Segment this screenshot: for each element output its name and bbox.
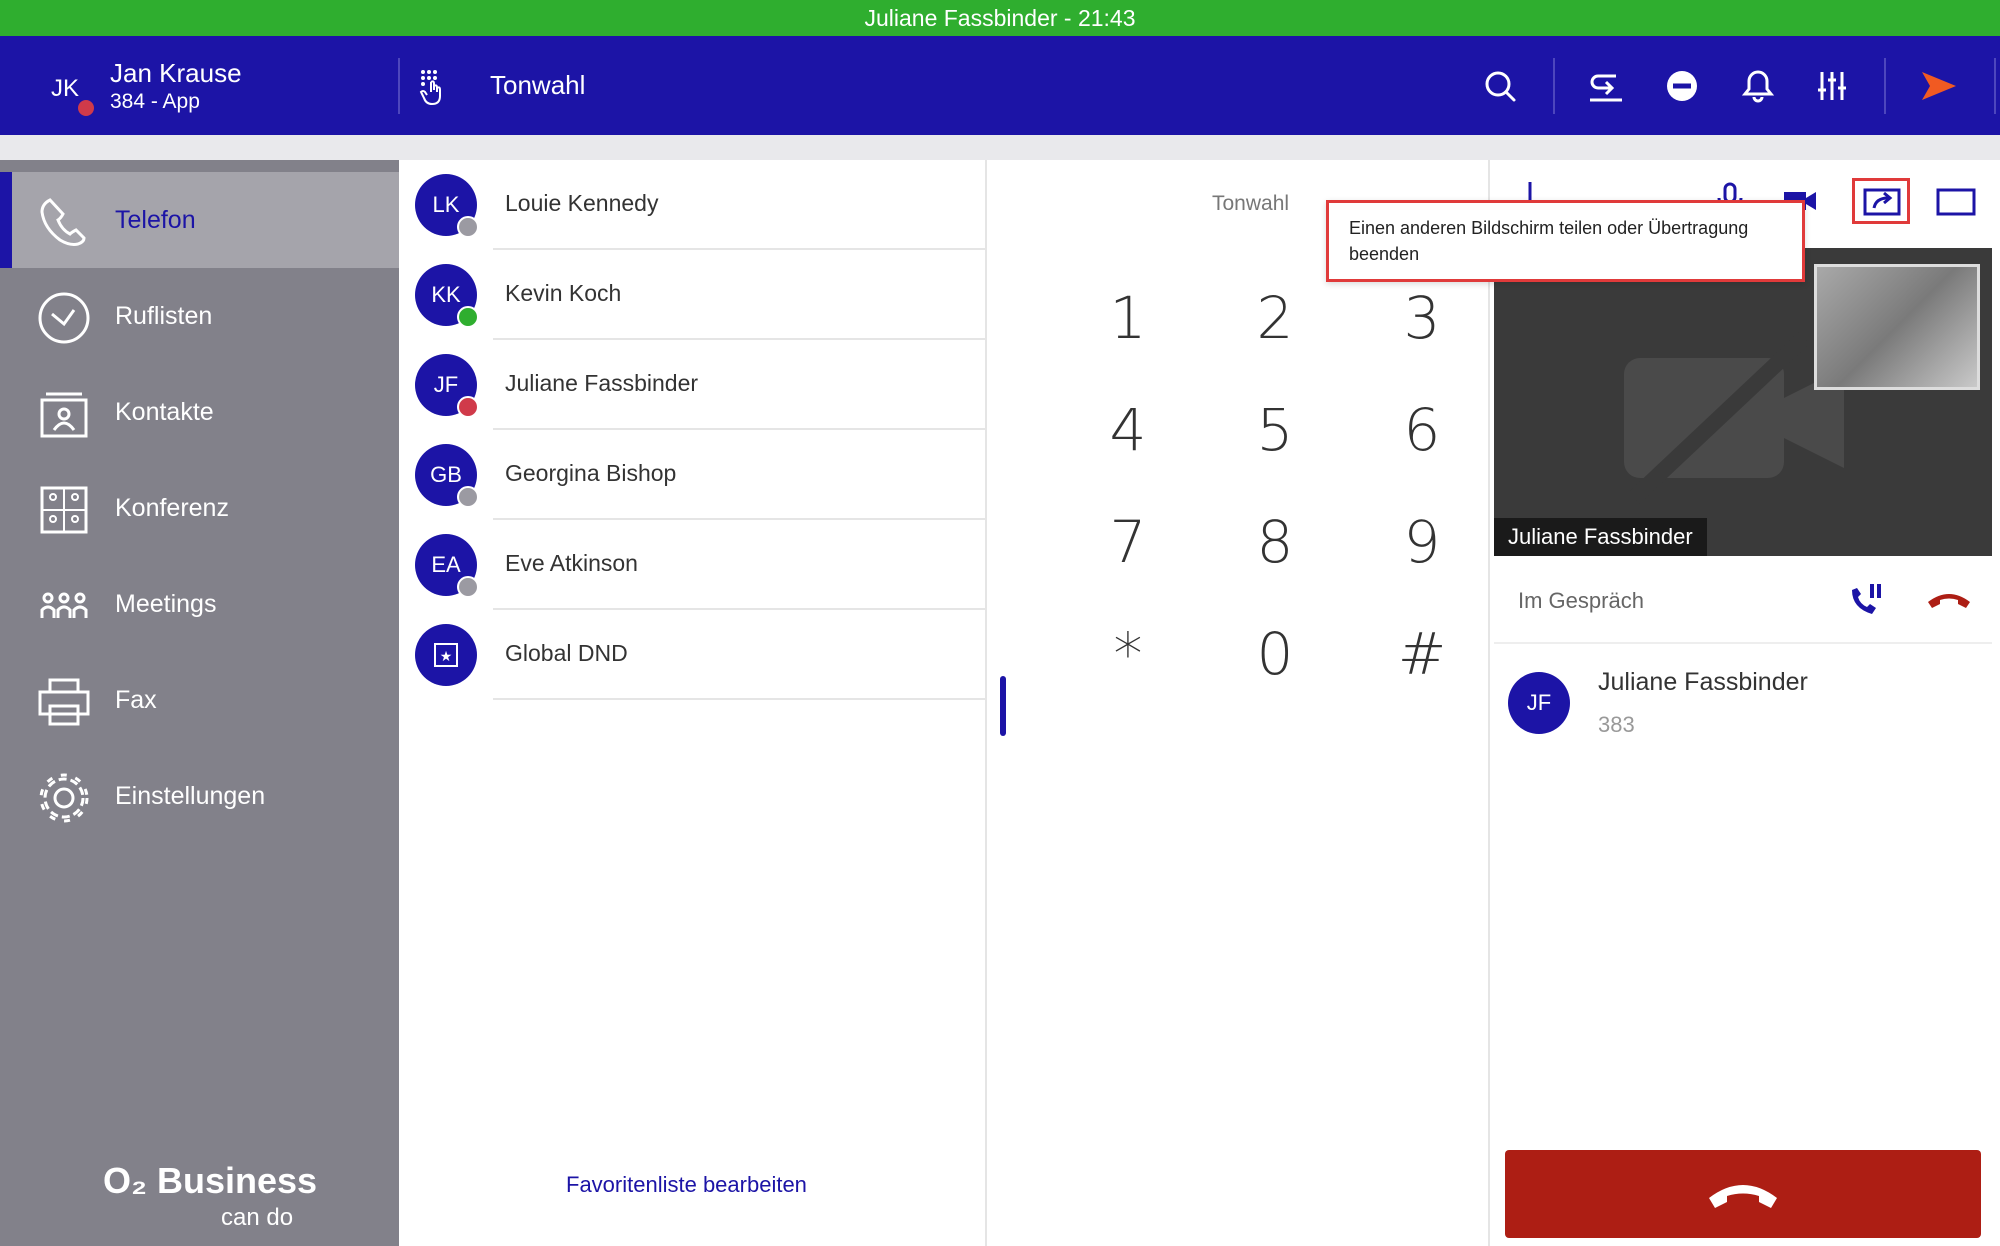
send-icon[interactable] bbox=[1918, 66, 1958, 106]
sidebar-item-label: Kontakte bbox=[115, 398, 214, 426]
caller-avatar: JF bbox=[1508, 672, 1570, 734]
dialpad-key-1[interactable]: 1 bbox=[1058, 268, 1198, 368]
dialpad-key-7[interactable]: 7 bbox=[1058, 492, 1198, 592]
header-divider bbox=[1884, 58, 1886, 114]
sidebar-item-ruflisten[interactable]: Ruflisten bbox=[0, 268, 399, 364]
dialpad-key-8[interactable]: 8 bbox=[1205, 492, 1345, 592]
status-badge bbox=[457, 486, 479, 508]
hangup-icon bbox=[1709, 1185, 1777, 1208]
sidebar-item-label: Fax bbox=[115, 686, 157, 714]
hold-call-icon[interactable] bbox=[1846, 580, 1886, 620]
tone-dial-label[interactable]: Tonwahl bbox=[490, 70, 585, 101]
dialpad: Tonwahl 1 2 3 4 5 6 7 8 9 * 0 # bbox=[1020, 160, 1490, 1246]
clock-icon bbox=[38, 292, 90, 344]
sidebar-item-kontakte[interactable]: Kontakte bbox=[0, 364, 399, 460]
brand-sub: can do bbox=[221, 1204, 294, 1231]
header-divider bbox=[398, 58, 400, 114]
header-separator bbox=[0, 135, 2000, 160]
dialpad-key-0[interactable]: 0 bbox=[1205, 604, 1345, 704]
sidebar-item-label: Telefon bbox=[115, 206, 196, 234]
list-item[interactable]: GB Georgina Bishop bbox=[399, 430, 987, 520]
status-badge bbox=[457, 216, 479, 238]
sidebar-item-label: Konferenz bbox=[115, 494, 229, 522]
sidebar-item-konferenz[interactable]: Konferenz bbox=[0, 460, 399, 556]
dialpad-key-hash[interactable]: # bbox=[1352, 604, 1492, 704]
sidebar-item-label: Einstellungen bbox=[115, 782, 266, 810]
caller-name: Juliane Fassbinder bbox=[1598, 668, 1808, 696]
user-avatar[interactable]: JK bbox=[42, 66, 96, 118]
list-item[interactable]: JF Juliane Fassbinder bbox=[399, 340, 987, 430]
dialpad-hand-icon[interactable] bbox=[415, 66, 455, 106]
call-forward-icon[interactable] bbox=[1586, 66, 1626, 106]
divider bbox=[493, 698, 987, 700]
user-status-badge bbox=[76, 98, 96, 118]
hangup-button[interactable] bbox=[1505, 1150, 1981, 1238]
sidebar-item-meetings[interactable]: Meetings bbox=[0, 556, 399, 652]
divider bbox=[1494, 642, 1992, 644]
star-box-icon: ★ bbox=[434, 643, 458, 667]
bell-icon[interactable] bbox=[1738, 66, 1778, 106]
dialpad-key-9[interactable]: 9 bbox=[1352, 492, 1492, 592]
share-screen-highlight bbox=[1852, 178, 1910, 224]
call-status: Im Gespräch bbox=[1518, 588, 1644, 613]
svg-text:★: ★ bbox=[440, 649, 453, 665]
header-divider bbox=[1994, 58, 1996, 114]
fax-icon bbox=[38, 678, 90, 726]
meetings-icon bbox=[40, 592, 88, 618]
caller-extension: 383 bbox=[1598, 712, 1635, 737]
sidebar-item-einstellungen[interactable]: Einstellungen bbox=[0, 748, 399, 844]
contact-name: Eve Atkinson bbox=[505, 550, 638, 576]
header-divider bbox=[1553, 58, 1555, 114]
phone-icon bbox=[40, 198, 86, 246]
user-name: Jan Krause bbox=[110, 58, 242, 88]
top-header: JK Jan Krause 384 - App Tonwahl bbox=[0, 36, 2000, 135]
contact-name: Global DND bbox=[505, 640, 628, 666]
sidebar-item-label: Ruflisten bbox=[115, 302, 213, 330]
edit-favorites-link[interactable]: Favoritenliste bearbeiten bbox=[566, 1172, 807, 1198]
status-badge bbox=[457, 576, 479, 598]
sidebar: Telefon Ruflisten Kontakte Konferenz Mee… bbox=[0, 160, 399, 1246]
sidebar-item-fax[interactable]: Fax bbox=[0, 652, 399, 748]
contact-name: Louie Kennedy bbox=[505, 190, 659, 216]
avatar: ★ bbox=[415, 624, 477, 686]
contact-name: Kevin Koch bbox=[505, 280, 622, 306]
window-title-bar: Juliane Fassbinder - 21:43 bbox=[0, 0, 2000, 36]
dialpad-key-2[interactable]: 2 bbox=[1205, 268, 1345, 368]
user-extension: 384 - App bbox=[110, 90, 200, 113]
equalizer-settings-icon[interactable] bbox=[1812, 66, 1852, 106]
dialpad-key-6[interactable]: 6 bbox=[1352, 380, 1492, 480]
sidebar-item-telefon[interactable]: Telefon bbox=[0, 172, 399, 268]
dialpad-title: Tonwahl bbox=[1212, 192, 1290, 215]
contacts-icon bbox=[40, 392, 88, 438]
contact-name: Juliane Fassbinder bbox=[505, 370, 699, 396]
gear-icon bbox=[39, 773, 89, 823]
list-item[interactable]: EA Eve Atkinson bbox=[399, 520, 987, 610]
list-item[interactable]: ★ Global DND bbox=[399, 610, 987, 700]
list-item[interactable]: KK Kevin Koch bbox=[399, 250, 987, 340]
self-view-video[interactable] bbox=[1814, 264, 1980, 390]
user-initials: JK bbox=[50, 75, 79, 102]
share-screen-tooltip: Einen anderen Bildschirm teilen oder Übe… bbox=[1326, 200, 1805, 282]
video-area[interactable]: Juliane Fassbinder bbox=[1494, 248, 1992, 556]
contact-name: Georgina Bishop bbox=[505, 460, 677, 486]
sidebar-item-label: Meetings bbox=[115, 590, 217, 618]
do-not-disturb-icon[interactable] bbox=[1662, 66, 1702, 106]
o2-business-logo: O₂ Business can do bbox=[103, 1160, 318, 1231]
dialpad-key-4[interactable]: 4 bbox=[1058, 380, 1198, 480]
panel-resize-handle[interactable] bbox=[1000, 676, 1006, 736]
favorites-list: LK Louie Kennedy KK Kevin Koch JF Julian… bbox=[399, 160, 987, 1246]
fullscreen-icon[interactable] bbox=[1936, 182, 1976, 222]
status-badge bbox=[457, 306, 479, 328]
dialpad-key-5[interactable]: 5 bbox=[1205, 380, 1345, 480]
conference-icon bbox=[40, 486, 88, 534]
video-participant-name: Juliane Fassbinder bbox=[1494, 518, 1707, 556]
list-item[interactable]: LK Louie Kennedy bbox=[399, 160, 987, 250]
dialpad-key-star[interactable]: * bbox=[1058, 604, 1198, 704]
search-icon[interactable] bbox=[1480, 66, 1520, 106]
dialpad-key-3[interactable]: 3 bbox=[1352, 268, 1492, 368]
brand-main: O₂ Business bbox=[103, 1160, 318, 1201]
hangup-small-icon[interactable] bbox=[1924, 584, 1974, 614]
status-badge bbox=[457, 396, 479, 418]
